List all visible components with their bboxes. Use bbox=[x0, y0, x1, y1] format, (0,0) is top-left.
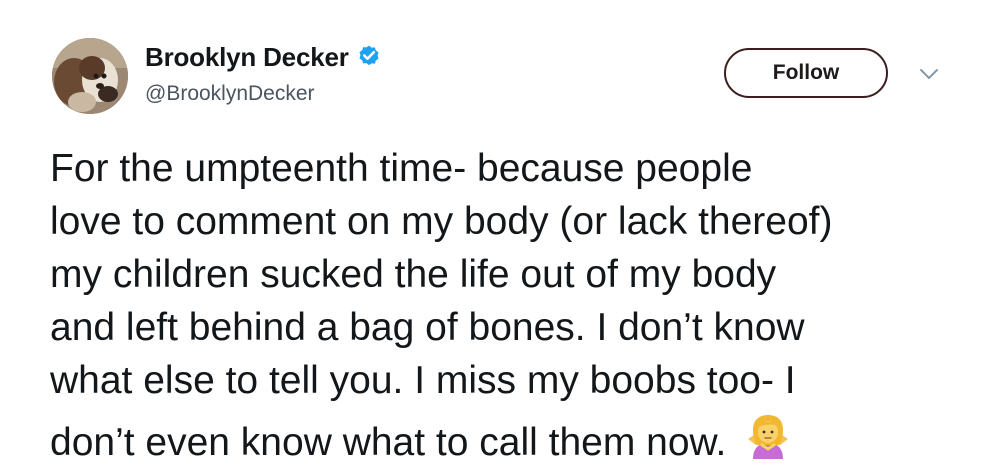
person-shrugging-emoji-icon bbox=[744, 413, 792, 461]
author-handle[interactable]: @BrooklynDecker bbox=[145, 82, 315, 106]
display-name[interactable]: Brooklyn Decker bbox=[145, 42, 349, 73]
tweet-text: For the umpteenth time- because people l… bbox=[50, 142, 980, 469]
author-avatar[interactable] bbox=[52, 38, 128, 114]
tweet-card: Brooklyn Decker @BrooklynDecker Follow F… bbox=[0, 0, 1000, 476]
tweet-text-line: and left behind a bag of bones. I don’t … bbox=[50, 306, 805, 349]
chevron-down-icon[interactable] bbox=[918, 64, 940, 84]
tweet-text-line: what else to tell you. I miss my boobs t… bbox=[50, 359, 796, 402]
follow-button[interactable]: Follow bbox=[724, 48, 888, 98]
tweet-text-line: love to comment on my body (or lack ther… bbox=[50, 200, 833, 243]
tweet-text-line: my children sucked the life out of my bo… bbox=[50, 253, 777, 296]
tweet-text-last-line: don’t even know what to call them now. bbox=[50, 407, 980, 469]
author-name-row: Brooklyn Decker bbox=[145, 40, 382, 74]
tweet-text-line: For the umpteenth time- because people bbox=[50, 147, 753, 190]
avatar-photo bbox=[52, 38, 128, 114]
tweet-text-line: don’t even know what to call them now. bbox=[50, 421, 727, 464]
verified-badge-icon bbox=[356, 44, 382, 70]
